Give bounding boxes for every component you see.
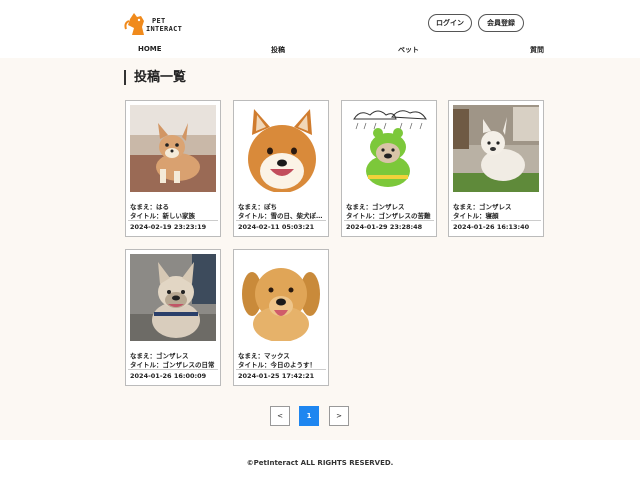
post-meta: なまえ：ゴンザレス タイトル：寝顔	[453, 203, 541, 221]
post-card[interactable]: なまえ：ゴンザレス タイトル：ゴンザレスの日常 2024-01-26 16:00…	[125, 249, 221, 386]
post-date: 2024-01-29 23:28:48	[346, 223, 423, 231]
page-title: 投稿一覧	[124, 70, 186, 85]
login-button[interactable]: ログイン	[428, 14, 472, 32]
pagination-next-button[interactable]: >	[329, 406, 349, 426]
post-pet-name: なまえ：はる	[130, 203, 169, 211]
shiba-photo	[238, 105, 324, 192]
nav-home[interactable]: HOME	[138, 45, 162, 53]
post-pet-name: なまえ：ゴンザレス	[130, 352, 189, 360]
nav-pets[interactable]: ペット	[398, 45, 419, 55]
post-card[interactable]: なまえ：ゴンザレス タイトル：寝顔 2024-01-26 16:13:40	[448, 100, 544, 237]
register-button[interactable]: 会員登録	[478, 14, 524, 32]
post-card[interactable]: なまえ：ゴンザレス タイトル：ゴンザレスの苦難 2024-01-29 23:28…	[341, 100, 437, 237]
post-date: 2024-01-26 16:00:09	[130, 372, 207, 380]
logo-line1: PET	[152, 17, 166, 25]
nav-questions[interactable]: 質問	[530, 45, 544, 55]
site-footer: ©PetInteract ALL RIGHTS RESERVED.	[0, 440, 640, 483]
card-divider	[236, 220, 326, 221]
card-divider	[128, 369, 218, 370]
site-header: PET INTERACT ログイン 会員登録 HOME 投稿 ペット 質問	[0, 0, 640, 58]
post-date: 2024-02-19 23:23:19	[130, 223, 207, 231]
nav-posts[interactable]: 投稿	[271, 45, 285, 55]
post-card[interactable]: なまえ：マックス タイトル：今日のようす！ 2024-01-25 17:42:2…	[233, 249, 329, 386]
logo-text: PET INTERACT	[146, 17, 182, 33]
pagination-page-button[interactable]: 1	[299, 406, 319, 426]
post-pet-name: なまえ：マックス	[238, 352, 290, 360]
main-nav: HOME 投稿 ペット 質問	[0, 45, 640, 57]
post-meta: なまえ：マックス タイトル：今日のようす！	[238, 352, 326, 370]
post-date: 2024-02-11 05:03:21	[238, 223, 315, 231]
post-card[interactable]: なまえ：はる タイトル：新しい家族 2024-02-19 23:23:19	[125, 100, 221, 237]
post-pet-name: なまえ：ゴンザレス	[346, 203, 405, 211]
main-content: 投稿一覧 なまえ：はる タイトル：新しい家族 2024-02-19 23:23:…	[0, 58, 640, 440]
logo-line2: INTERACT	[146, 25, 183, 33]
french-bulldog-walk-photo	[130, 254, 216, 341]
post-pet-name: なまえ：ゴンザレス	[453, 203, 512, 211]
post-pet-name: なまえ：ぽち	[238, 203, 277, 211]
post-meta: なまえ：ゴンザレス タイトル：ゴンザレスの日常	[130, 352, 218, 370]
post-meta: なまえ：ぽち タイトル：雪の日、柴犬ぽち…	[238, 203, 326, 221]
card-divider	[128, 220, 218, 221]
french-bulldog-room-photo	[453, 105, 539, 192]
card-divider	[236, 369, 326, 370]
post-meta: なまえ：はる タイトル：新しい家族	[130, 203, 218, 221]
post-meta: なまえ：ゴンザレス タイトル：ゴンザレスの苦難	[346, 203, 434, 221]
golden-retriever-photo	[238, 254, 324, 341]
card-divider	[451, 220, 541, 221]
chihuahua-photo	[130, 105, 216, 192]
post-date: 2024-01-26 16:13:40	[453, 223, 530, 231]
pagination-prev-button[interactable]: <	[270, 406, 290, 426]
site-logo[interactable]: PET INTERACT	[124, 9, 194, 37]
card-divider	[344, 220, 434, 221]
copyright-text: ©PetInteract ALL RIGHTS RESERVED.	[246, 459, 394, 467]
post-card[interactable]: なまえ：ぽち タイトル：雪の日、柴犬ぽち… 2024-02-11 05:03:2…	[233, 100, 329, 237]
post-date: 2024-01-25 17:42:21	[238, 372, 315, 380]
frog-costume-bulldog-photo	[346, 105, 432, 192]
